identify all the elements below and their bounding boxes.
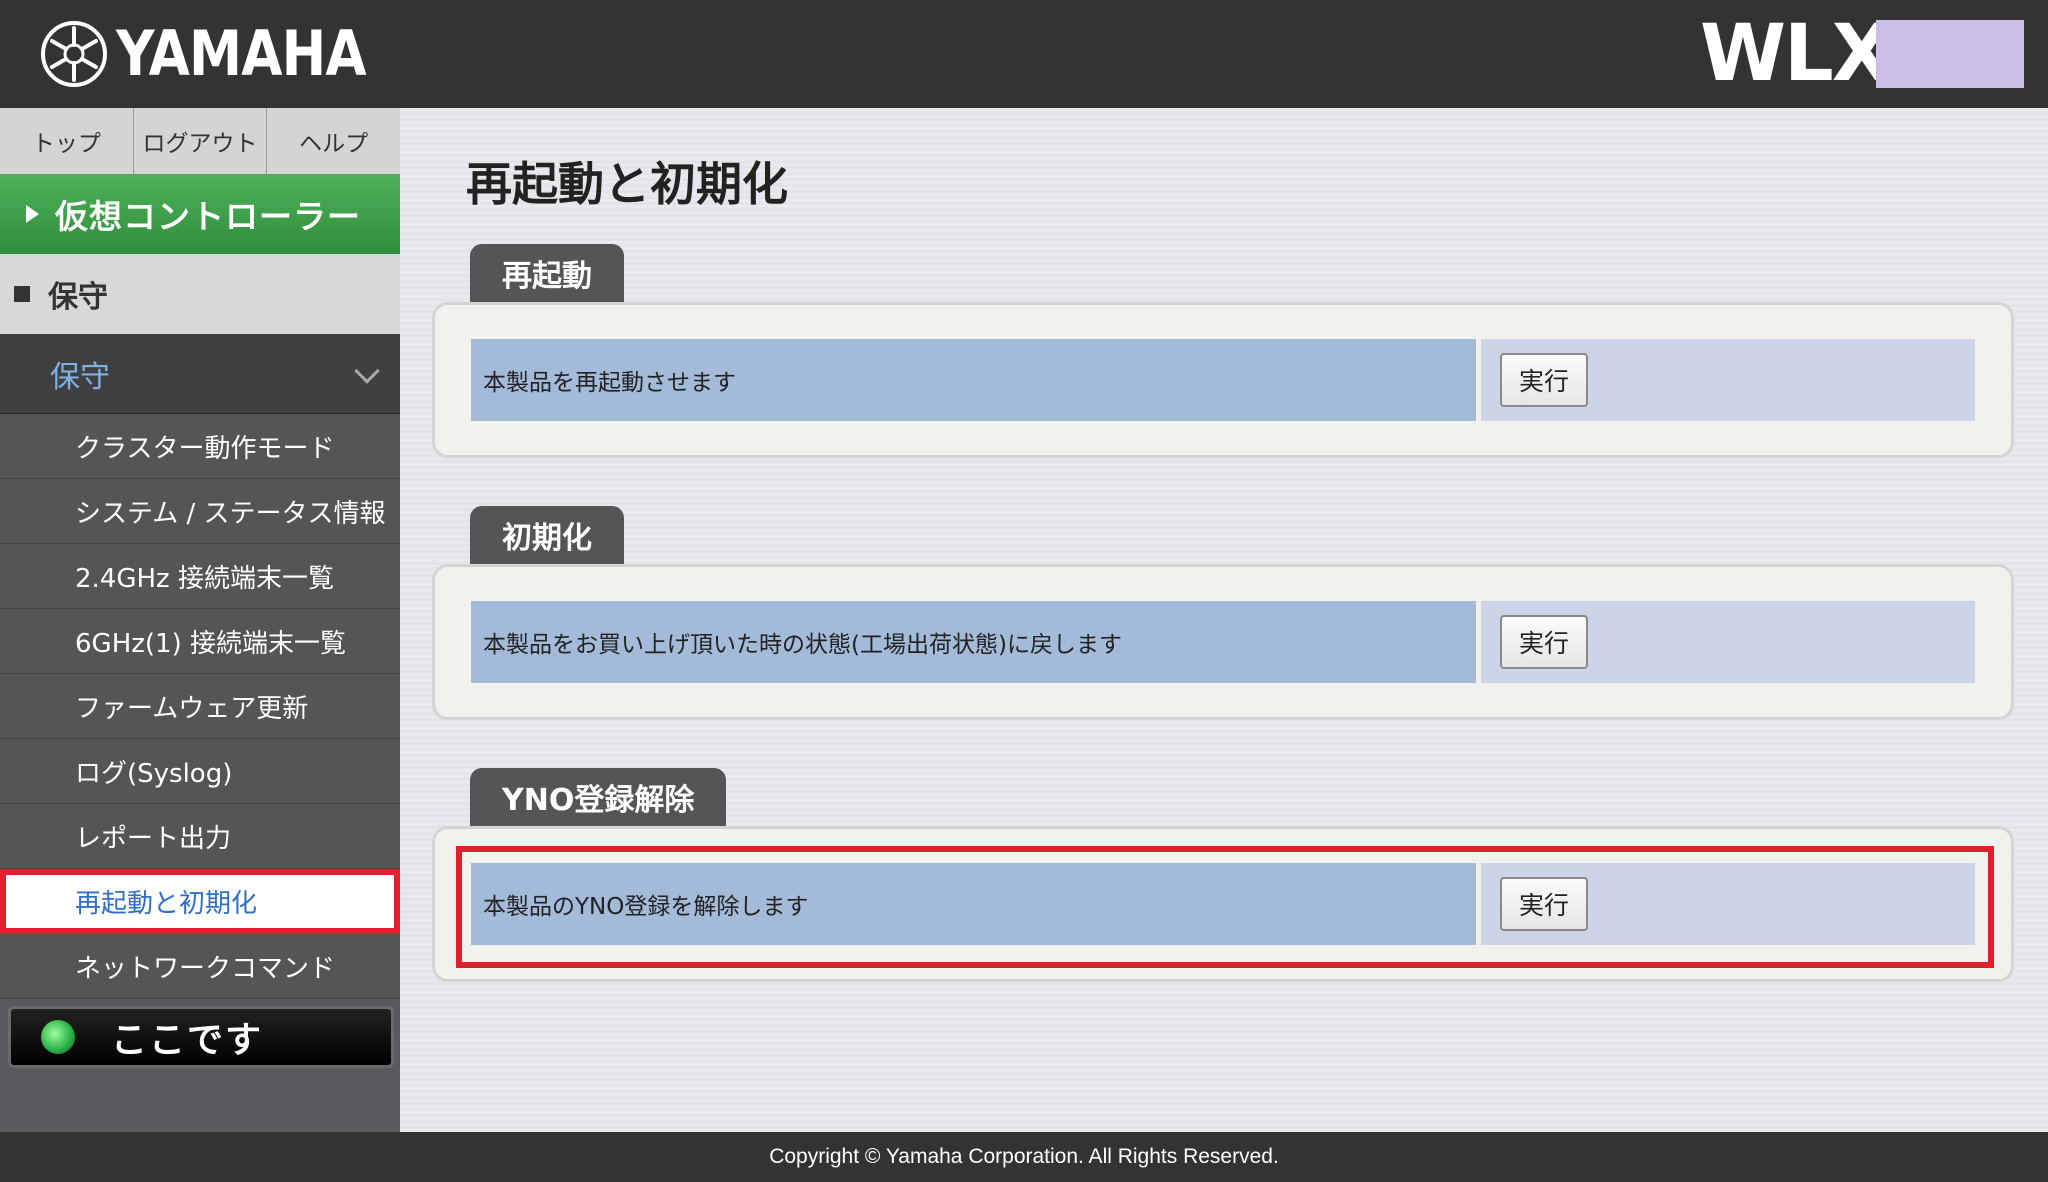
initialize-description: 本製品をお買い上げ頂いた時の状態(工場出荷状態)に戻します — [471, 601, 1476, 683]
square-bullet-icon — [14, 286, 30, 302]
nav-logout-link[interactable]: ログアウト — [134, 108, 268, 174]
table-row: 本製品のYNO登録を解除します 実行 — [471, 863, 1975, 945]
menu-item-cluster-mode[interactable]: クラスター動作モード — [0, 414, 400, 479]
virtual-controller-label: 仮想コントローラー — [55, 197, 361, 236]
row-action-cell: 実行 — [1481, 339, 1975, 421]
section-panel: 本製品のYNO登録を解除します 実行 — [432, 826, 2014, 982]
menu-item-system-status[interactable]: システム / ステータス情報 — [0, 479, 400, 544]
menu-item-24ghz-clients[interactable]: 2.4GHz 接続端末一覧 — [0, 544, 400, 609]
initialize-execute-button[interactable]: 実行 — [1500, 615, 1588, 669]
menu-item-restart-initialize[interactable]: 再起動と初期化 — [0, 869, 400, 934]
footer: Copyright © Yamaha Corporation. All Righ… — [0, 1132, 2048, 1182]
model-name: WLX — [1700, 9, 1892, 99]
section-tab-initialize: 初期化 — [470, 506, 624, 564]
header-bar: YAMAHA WLX — [0, 0, 2048, 108]
section-tab-yno-unregister: YNO登録解除 — [470, 768, 727, 826]
here-label: ここです — [111, 1020, 264, 1061]
section-header-maintenance[interactable]: 保守 — [0, 254, 400, 334]
section-label: 保守 — [48, 280, 108, 315]
table-row: 本製品をお買い上げ頂いた時の状態(工場出荷状態)に戻します 実行 — [471, 601, 1975, 683]
model-text: WLX — [1700, 9, 1892, 99]
menu-item-report-output[interactable]: レポート出力 — [0, 804, 400, 869]
section-panel: 本製品を再起動させます 実行 — [432, 302, 2014, 458]
main-content: 再起動と初期化 再起動 本製品を再起動させます 実行 初期化 本製品をお買い上げ… — [400, 108, 2048, 1132]
menu-item-syslog[interactable]: ログ(Syslog) — [0, 739, 400, 804]
row-action-cell: 実行 — [1481, 601, 1975, 683]
restart-execute-button[interactable]: 実行 — [1500, 353, 1588, 407]
brand-name: YAMAHA — [116, 17, 367, 90]
yno-unregister-execute-button[interactable]: 実行 — [1500, 877, 1588, 931]
virtual-controller-menu[interactable]: 仮想コントローラー — [0, 174, 400, 254]
row-action-cell: 実行 — [1481, 863, 1975, 945]
here-indicator: ここです — [8, 1006, 394, 1068]
sidebar: トップ ログアウト ヘルプ 仮想コントローラー 保守 保守 クラスター動作モード… — [0, 108, 400, 1132]
menu-item-network-command[interactable]: ネットワークコマンド — [0, 934, 400, 999]
chevron-down-icon — [354, 358, 380, 384]
triangle-right-icon — [26, 205, 39, 223]
maintenance-menu: クラスター動作モード システム / ステータス情報 2.4GHz 接続端末一覧 … — [0, 414, 400, 999]
tuning-fork-emblem-icon — [41, 21, 107, 87]
page-title: 再起動と初期化 — [466, 157, 788, 211]
green-status-dot-icon — [41, 1020, 75, 1054]
redacted-model-suffix — [1876, 20, 2024, 88]
yno-unregister-description: 本製品のYNO登録を解除します — [471, 863, 1476, 945]
restart-description: 本製品を再起動させます — [471, 339, 1476, 421]
section-panel: 本製品をお買い上げ頂いた時の状態(工場出荷状態)に戻します 実行 — [432, 564, 2014, 720]
subsection-maintenance-toggle[interactable]: 保守 — [0, 334, 400, 414]
nav-help-link[interactable]: ヘルプ — [267, 108, 400, 174]
subsection-label: 保守 — [50, 359, 110, 395]
nav-top-link[interactable]: トップ — [0, 108, 134, 174]
top-navigation: トップ ログアウト ヘルプ — [0, 108, 400, 174]
copyright-text: Copyright © Yamaha Corporation. All Righ… — [769, 1145, 1279, 1168]
section-tab-restart: 再起動 — [470, 244, 624, 302]
menu-item-6ghz-clients[interactable]: 6GHz(1) 接続端末一覧 — [0, 609, 400, 674]
menu-item-firmware-update[interactable]: ファームウェア更新 — [0, 674, 400, 739]
table-row: 本製品を再起動させます 実行 — [471, 339, 1975, 421]
yamaha-logo[interactable]: YAMAHA — [40, 20, 407, 88]
